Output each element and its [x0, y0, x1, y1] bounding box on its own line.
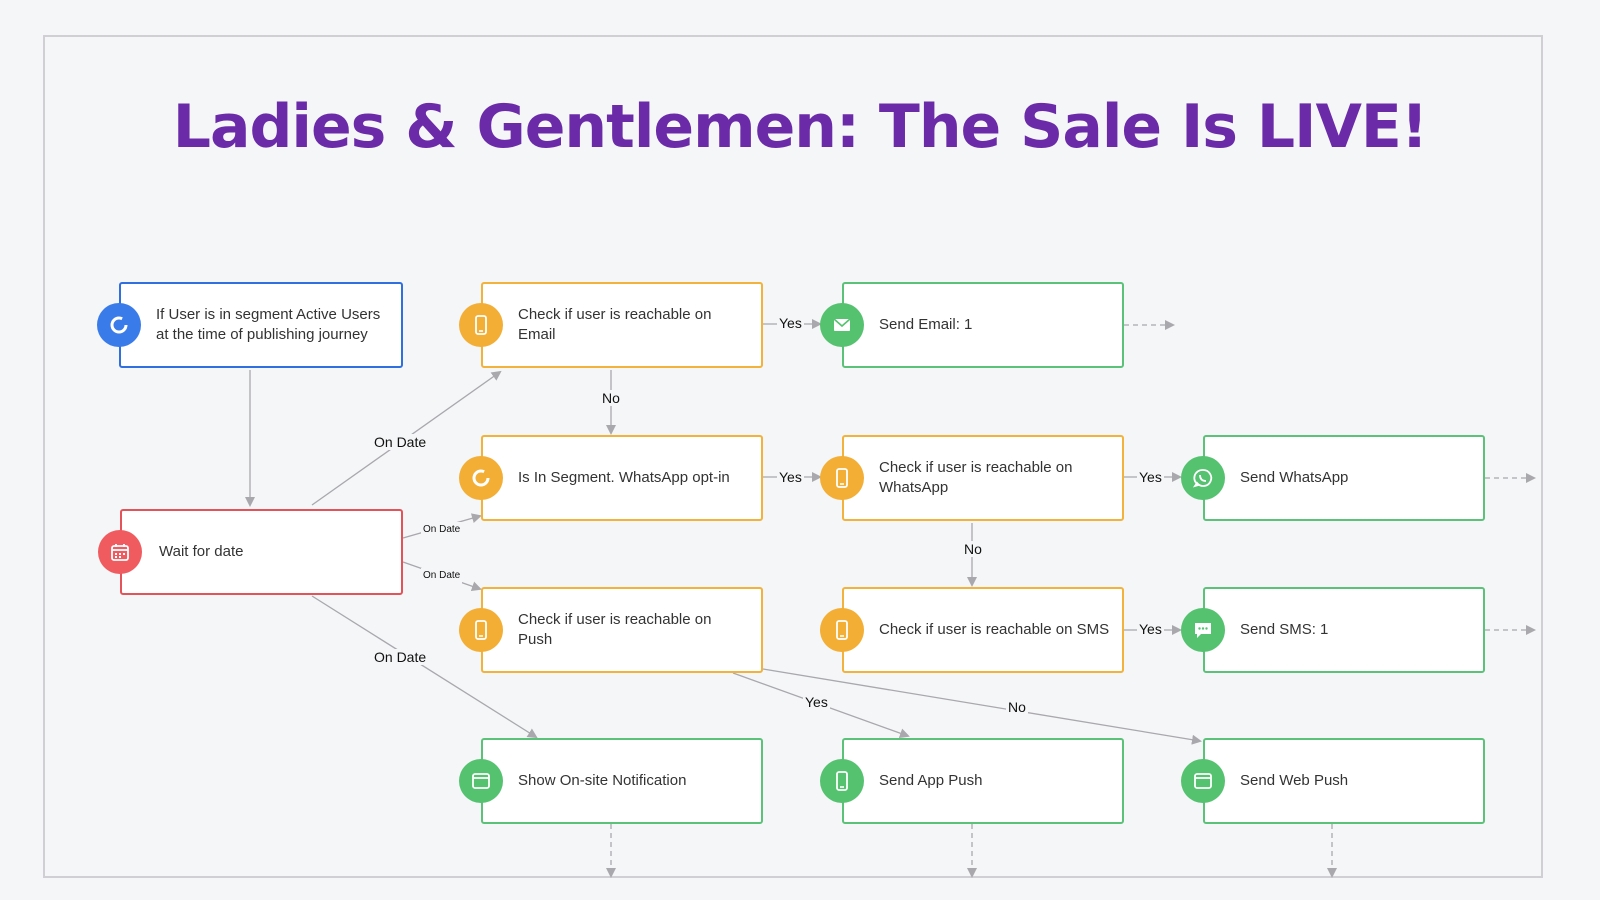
segment-icon	[459, 456, 503, 500]
node-label: Send Email: 1	[879, 316, 973, 333]
node-wait-for-date[interactable]: Wait for date	[98, 509, 403, 595]
node-segment-trigger[interactable]: If User is in segment Active Users at th…	[97, 282, 403, 368]
node-send-app-push[interactable]: Send App Push	[820, 738, 1124, 824]
mail-icon	[820, 303, 864, 347]
phone-icon	[820, 759, 864, 803]
node-send-sms[interactable]: Send SMS: 1	[1181, 587, 1485, 673]
phone-icon	[459, 303, 503, 347]
edge-label-sms-yes: Yes	[1137, 621, 1164, 637]
edge-label-on-date-mid2: On Date	[421, 568, 463, 584]
edge-label-email-yes: Yes	[777, 315, 804, 331]
edge-label-push-yes: Yes	[803, 694, 830, 710]
browser-icon	[1181, 759, 1225, 803]
node-send-email[interactable]: Send Email: 1	[820, 282, 1124, 368]
phone-icon	[820, 456, 864, 500]
node-send-whatsapp[interactable]: Send WhatsApp	[1181, 435, 1485, 521]
node-label: Is In Segment. WhatsApp opt-in	[518, 469, 730, 486]
segment-icon	[97, 303, 141, 347]
edge-label-whatsapp-no: No	[962, 541, 984, 557]
node-send-web-push[interactable]: Send Web Push	[1181, 738, 1485, 824]
edge-label-on-date-top: On Date	[372, 434, 429, 450]
node-label: Send SMS: 1	[1240, 621, 1329, 638]
node-label: If User is in segment Active Users at th…	[156, 306, 381, 343]
edge-label-push-no: No	[1006, 699, 1028, 715]
node-label: Check if user is reachable on Push	[518, 611, 712, 648]
node-label: Send WhatsApp	[1240, 469, 1349, 486]
phone-icon	[459, 608, 503, 652]
node-label: Send Web Push	[1240, 772, 1349, 789]
edge-label-on-date-bottom: On Date	[372, 649, 429, 665]
node-sms-check[interactable]: Check if user is reachable on SMS	[820, 587, 1124, 673]
calendar-icon	[98, 530, 142, 574]
node-label: Show On-site Notification	[518, 772, 687, 789]
whatsapp-icon	[1181, 456, 1225, 500]
edge-label-segment-yes: Yes	[777, 469, 804, 485]
node-email-check[interactable]: Check if user is reachable on Email	[459, 282, 763, 368]
edge-label-whatsapp-yes: Yes	[1137, 469, 1164, 485]
node-label: Check if user is reachable on WhatsApp	[879, 459, 1073, 496]
edge-label-on-date-mid1: On Date	[421, 522, 463, 538]
node-label: Check if user is reachable on Email	[518, 306, 712, 343]
node-whatsapp-segment[interactable]: Is In Segment. WhatsApp opt-in	[459, 435, 763, 521]
chat-icon	[1181, 608, 1225, 652]
node-label: Check if user is reachable on SMS	[879, 621, 1110, 638]
node-whatsapp-check[interactable]: Check if user is reachable on WhatsApp	[820, 435, 1124, 521]
edge-label-email-no: No	[600, 390, 622, 406]
node-push-check[interactable]: Check if user is reachable on Push	[459, 587, 763, 673]
node-label: Wait for date	[159, 543, 244, 560]
browser-icon	[459, 759, 503, 803]
phone-icon	[820, 608, 864, 652]
node-onsite-notification[interactable]: Show On-site Notification	[459, 738, 763, 824]
node-label: Send App Push	[879, 772, 983, 789]
